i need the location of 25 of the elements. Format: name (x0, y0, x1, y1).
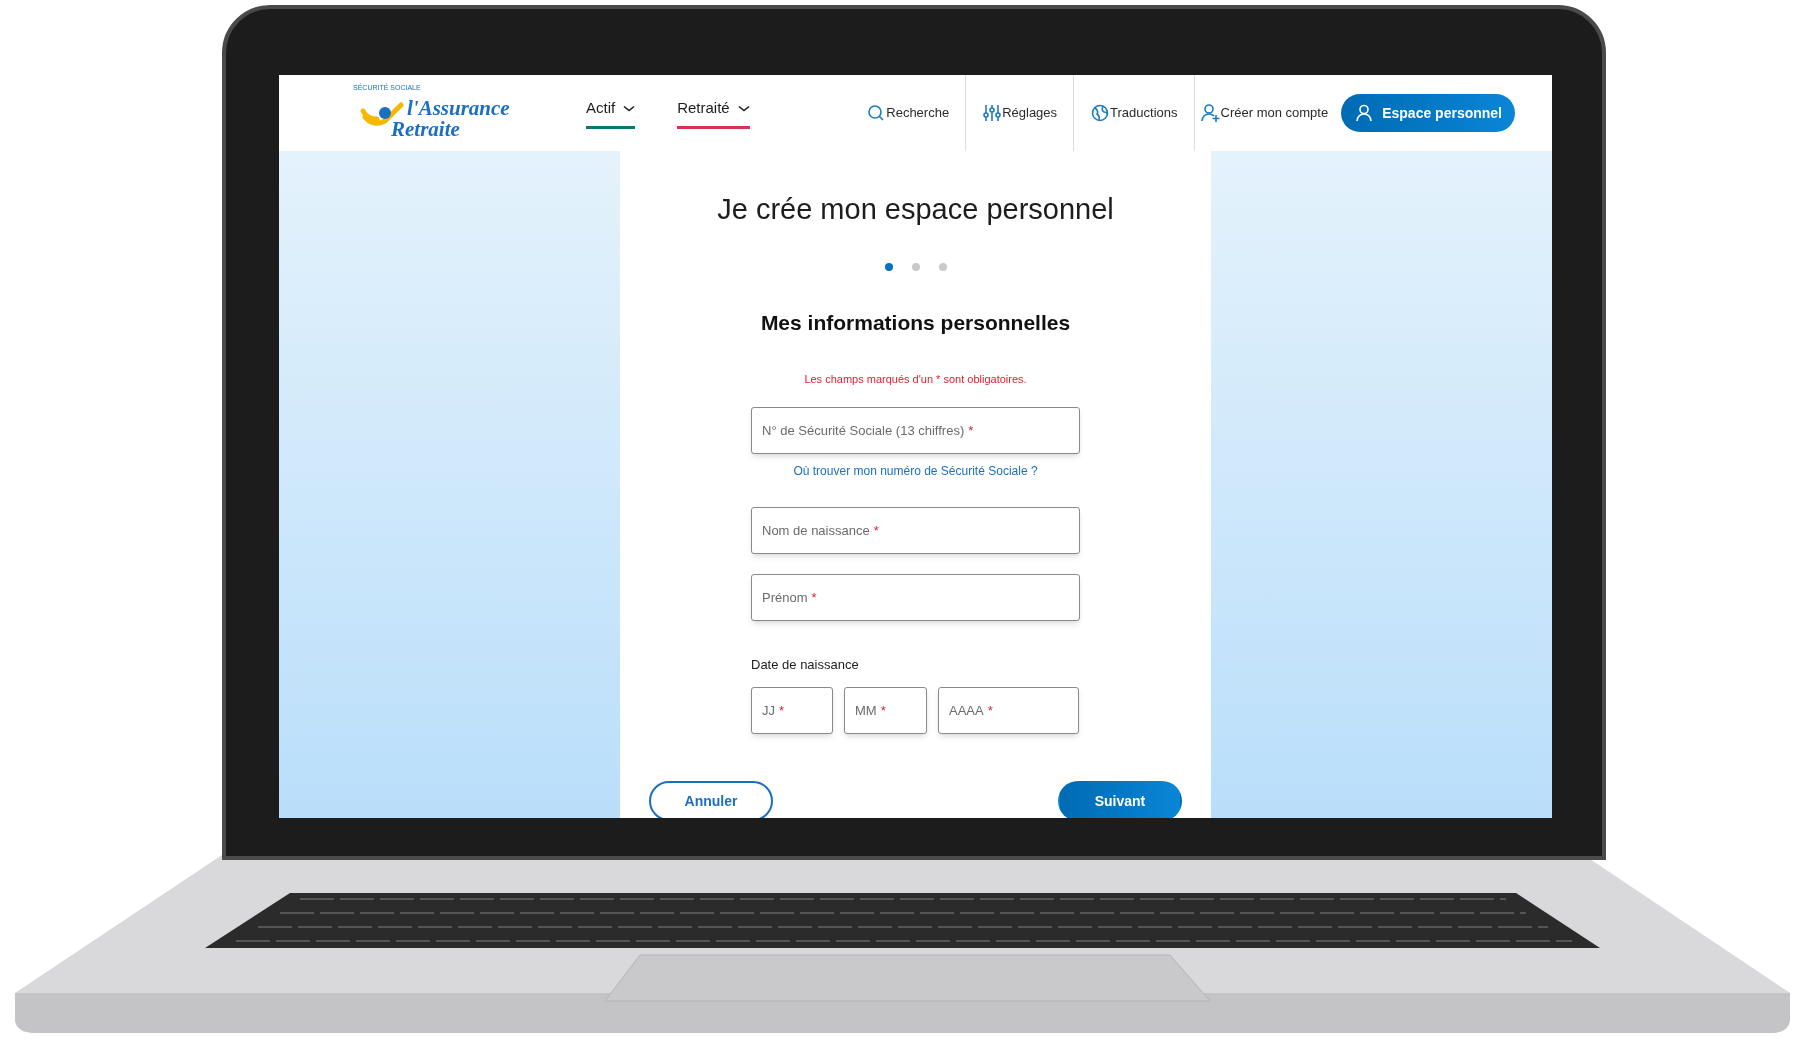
required-fields-note: Les champs marqués d'un * sont obligatoires. (804, 372, 1027, 387)
input-field[interactable]: N° de Sécurité Sociale (13 chiffres) * (751, 407, 1080, 454)
section-heading: Mes informations personnelles (760, 310, 1071, 336)
espace-personnel-button[interactable]: Espace personnel (1341, 94, 1515, 132)
header-link[interactable]: Recherche (850, 75, 966, 151)
chevron-down-icon (737, 105, 750, 112)
date-label: Date de naissance (751, 657, 860, 673)
nav-menu-tab[interactable]: Retraité (677, 97, 750, 129)
input-field[interactable]: Nom de naissance * (751, 507, 1080, 554)
next-button[interactable]: Suivant (1058, 781, 1182, 818)
user-icon (1354, 103, 1375, 123)
logo-text: l'Assurance (407, 97, 510, 119)
chevron-down-icon (623, 105, 636, 112)
logo-text: Retraite (391, 118, 460, 140)
cancel-button[interactable]: Annuler (649, 781, 773, 818)
page-title: Je crée mon espace personnel (717, 192, 1114, 227)
help-link[interactable]: Où trouver mon numéro de Sécurité Sociale ? (793, 463, 1038, 479)
input-field[interactable]: JJ * (751, 687, 833, 734)
globe-icon (1090, 103, 1111, 123)
input-field[interactable]: AAAA * (938, 687, 1079, 734)
sliders-icon (982, 103, 1003, 123)
nav-menu-tab[interactable]: Actif (586, 97, 636, 129)
user-add-icon (1200, 103, 1221, 123)
input-field[interactable]: MM * (844, 687, 927, 734)
input-field[interactable]: Prénom * (751, 574, 1080, 621)
